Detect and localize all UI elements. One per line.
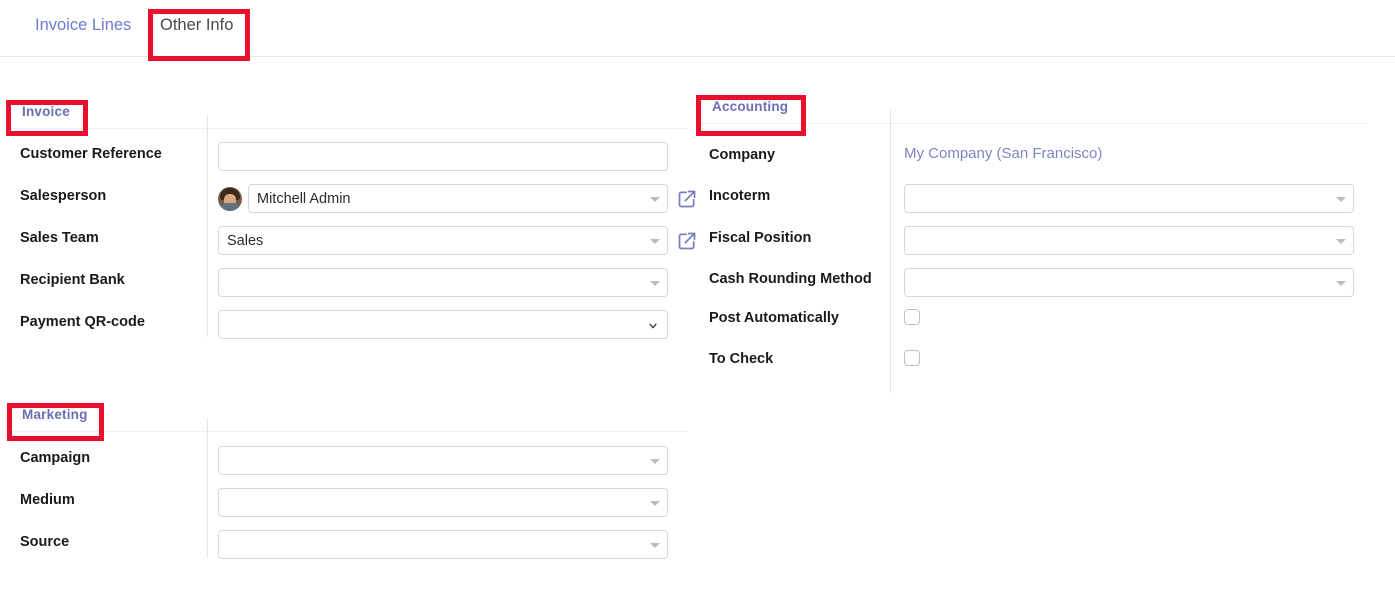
notebook-tab-bar: Invoice Lines Other Info xyxy=(0,0,1395,57)
input-customer-reference[interactable] xyxy=(218,142,668,171)
chevron-down-icon xyxy=(650,281,660,286)
checkbox-to-check[interactable] xyxy=(904,350,920,366)
input-campaign[interactable] xyxy=(218,446,668,475)
field-cash-rounding-method: Cash Rounding Method xyxy=(698,268,1368,309)
group-invoice-divider xyxy=(8,128,688,129)
group-accounting: Accounting Company My Company (San Franc… xyxy=(698,98,1368,375)
input-medium[interactable] xyxy=(218,488,668,517)
field-recipient-bank: Recipient Bank xyxy=(8,268,688,301)
field-campaign: Campaign xyxy=(8,446,688,479)
label-cash-rounding-method: Cash Rounding Method xyxy=(698,268,890,291)
tab-other-info[interactable]: Other Info xyxy=(160,14,233,36)
field-sales-team: Sales Team Sales xyxy=(8,226,688,259)
field-post-automatically: Post Automatically xyxy=(698,309,1368,334)
chevron-down-icon xyxy=(650,459,660,464)
chevron-down-icon xyxy=(1336,281,1346,286)
label-sales-team: Sales Team xyxy=(8,226,207,248)
group-marketing-title: Marketing xyxy=(8,406,688,424)
group-marketing-divider xyxy=(8,431,688,432)
chevron-down-icon xyxy=(1336,197,1346,202)
field-source: Source xyxy=(8,530,688,563)
input-sales-team[interactable]: Sales xyxy=(218,226,668,255)
value-company: My Company (San Francisco) xyxy=(904,143,1102,164)
label-recipient-bank: Recipient Bank xyxy=(8,268,207,290)
label-company: Company xyxy=(698,143,890,165)
user-avatar xyxy=(218,187,242,211)
label-fiscal-position: Fiscal Position xyxy=(698,226,890,248)
input-recipient-bank[interactable] xyxy=(218,268,668,297)
input-salesperson[interactable]: Mitchell Admin xyxy=(248,184,668,213)
internal-link-icon-salesperson[interactable] xyxy=(677,189,697,209)
field-to-check: To Check xyxy=(698,350,1368,375)
chevron-down-icon xyxy=(650,239,660,244)
select-payment-qr-code[interactable] xyxy=(218,310,668,339)
label-customer-reference: Customer Reference xyxy=(8,142,207,164)
label-payment-qr-code: Payment QR-code xyxy=(8,310,207,332)
tab-invoice-lines[interactable]: Invoice Lines xyxy=(35,14,131,36)
chevron-down-icon xyxy=(650,501,660,506)
chevron-down-icon xyxy=(1336,239,1346,244)
field-fiscal-position: Fiscal Position xyxy=(698,226,1368,259)
group-accounting-divider xyxy=(698,123,1368,124)
field-company: Company My Company (San Francisco) xyxy=(698,143,1368,170)
internal-link-icon-sales-team[interactable] xyxy=(677,231,697,251)
sales-team-value: Sales xyxy=(227,233,263,249)
group-marketing: Marketing Campaign Medium Source xyxy=(8,406,688,563)
label-medium: Medium xyxy=(8,488,207,510)
label-campaign: Campaign xyxy=(8,446,207,468)
salesperson-value: Mitchell Admin xyxy=(257,191,350,207)
chevron-down-icon xyxy=(648,321,658,331)
input-fiscal-position[interactable] xyxy=(904,226,1354,255)
input-incoterm[interactable] xyxy=(904,184,1354,213)
chevron-down-icon xyxy=(650,543,660,548)
label-to-check: To Check xyxy=(698,350,890,369)
chevron-down-icon xyxy=(650,197,660,202)
input-cash-rounding-method[interactable] xyxy=(904,268,1354,297)
group-invoice-title: Invoice xyxy=(8,103,688,121)
field-payment-qr-code: Payment QR-code xyxy=(8,310,688,343)
input-source[interactable] xyxy=(218,530,668,559)
field-salesperson: Salesperson Mitchell Admin xyxy=(8,184,688,217)
label-salesperson: Salesperson xyxy=(8,184,207,206)
label-incoterm: Incoterm xyxy=(698,184,890,206)
label-post-automatically: Post Automatically xyxy=(698,309,890,328)
field-incoterm: Incoterm xyxy=(698,184,1368,217)
field-medium: Medium xyxy=(8,488,688,521)
group-accounting-title: Accounting xyxy=(698,98,1368,116)
group-invoice: Invoice Customer Reference Salesperson M… xyxy=(8,103,688,343)
label-source: Source xyxy=(8,530,207,552)
checkbox-post-automatically[interactable] xyxy=(904,309,920,325)
field-customer-reference: Customer Reference xyxy=(8,142,688,175)
